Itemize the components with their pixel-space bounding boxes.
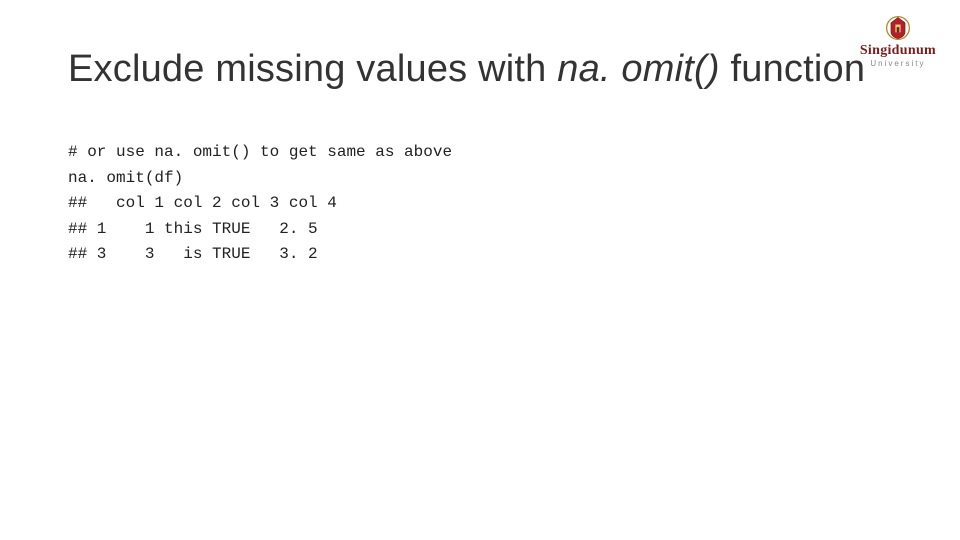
code-line: na. omit(df) xyxy=(68,166,452,192)
slide: Singidunum University Exclude missing va… xyxy=(0,0,960,540)
title-pre: Exclude missing values with xyxy=(68,48,557,90)
title-post: function xyxy=(720,48,865,90)
code-line: ## 3 3 is TRUE 3. 2 xyxy=(68,242,452,268)
title-function: na. omit() xyxy=(557,48,719,90)
code-block: # or use na. omit() to get same as above… xyxy=(68,140,452,268)
university-logo: Singidunum University xyxy=(860,14,936,68)
slide-title: Exclude missing values with na. omit() f… xyxy=(68,48,865,91)
logo-name: Singidunum xyxy=(860,44,936,58)
code-line: ## col 1 col 2 col 3 col 4 xyxy=(68,191,452,217)
code-line: ## 1 1 this TRUE 2. 5 xyxy=(68,217,452,243)
logo-subtitle: University xyxy=(870,59,925,68)
crest-icon xyxy=(884,14,912,42)
code-line: # or use na. omit() to get same as above xyxy=(68,140,452,166)
